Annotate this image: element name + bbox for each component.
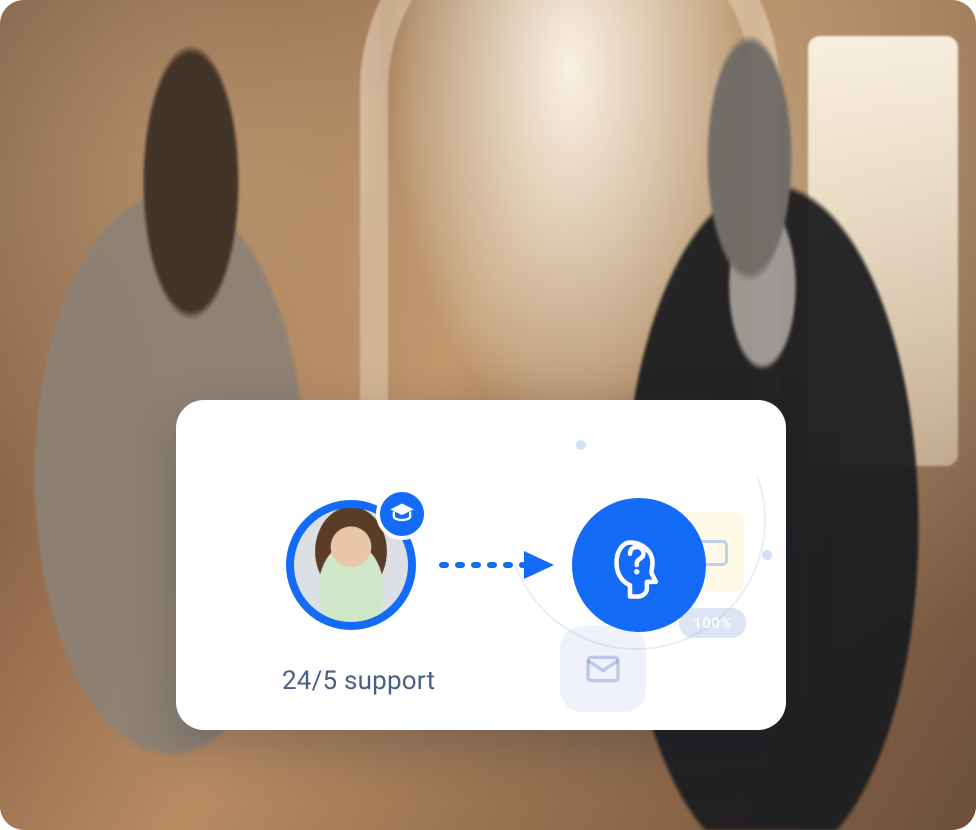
support-avatar [286,500,416,630]
hero-image: 100% [0,0,976,830]
head-question-icon [572,498,706,632]
arrow-right-dashed-icon [438,545,558,585]
card-content [176,400,786,730]
support-label: 24/5 support [282,666,435,696]
graduation-cap-icon [376,488,428,540]
support-card: 100% [176,400,786,730]
